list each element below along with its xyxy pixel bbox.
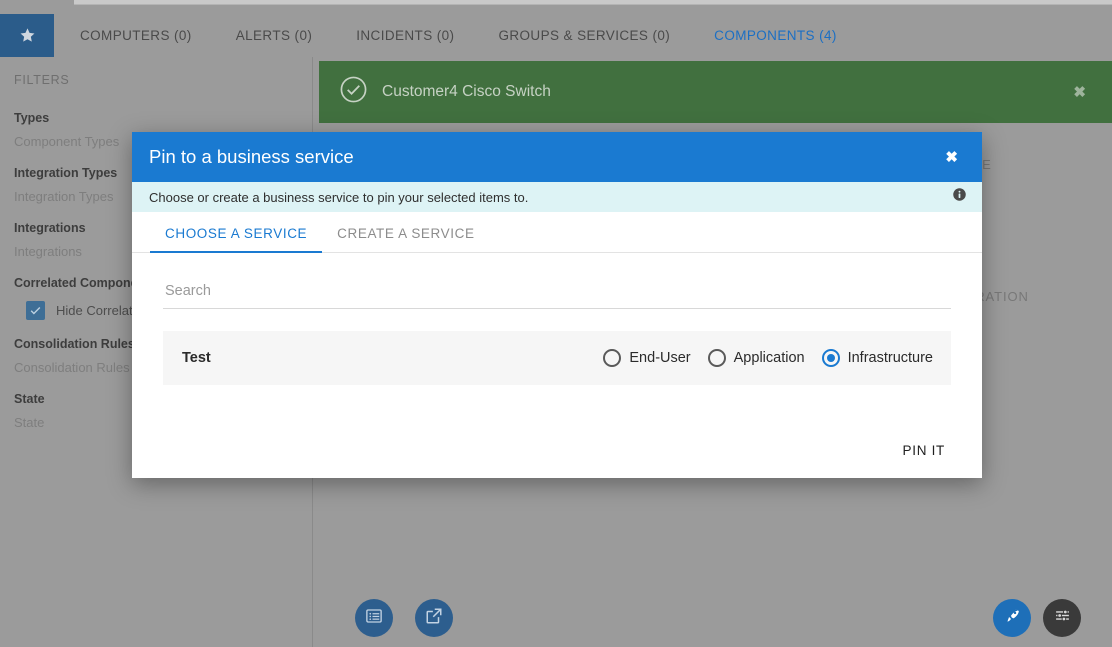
dialog-tab-create-a-service-label: CREATE A SERVICE xyxy=(337,226,474,241)
check-circle-icon xyxy=(339,75,368,109)
tab-incidents[interactable]: INCIDENTS (0) xyxy=(334,14,476,57)
radio-infrastructure-label: Infrastructure xyxy=(848,350,933,366)
open-external-fab[interactable] xyxy=(415,599,453,637)
pin-it-button[interactable]: PIN IT xyxy=(897,435,951,466)
settings-fab[interactable] xyxy=(1043,599,1081,637)
success-banner: Customer4 Cisco Switch ✖ xyxy=(319,61,1112,123)
tab-components[interactable]: COMPONENTS (4) xyxy=(692,14,859,57)
service-name: Test xyxy=(182,350,603,366)
radio-option-end-user[interactable]: End-User xyxy=(603,349,690,367)
tab-alerts[interactable]: ALERTS (0) xyxy=(214,14,335,57)
list-icon xyxy=(365,607,383,630)
banner-message: Customer4 Cisco Switch xyxy=(382,83,1065,101)
external-link-icon xyxy=(425,607,443,630)
dialog-title: Pin to a business service xyxy=(149,146,939,168)
hide-correlated-checkbox[interactable] xyxy=(26,301,45,320)
dialog-subtitle: Choose or create a business service to p… xyxy=(149,190,952,205)
radio-option-application[interactable]: Application xyxy=(708,349,805,367)
main-tabbar: COMPUTERS (0) ALERTS (0) INCIDENTS (0) G… xyxy=(0,14,1112,57)
dialog-header: Pin to a business service ✖ xyxy=(132,132,982,182)
tab-computers-label: COMPUTERS (0) xyxy=(80,28,192,43)
radio-end-user-label: End-User xyxy=(629,350,690,366)
dialog-close-icon[interactable]: ✖ xyxy=(939,144,964,170)
banner-close-icon[interactable]: ✖ xyxy=(1065,79,1094,105)
radio-infrastructure-dot xyxy=(822,349,840,367)
application-window: COMPUTERS (0) ALERTS (0) INCIDENTS (0) G… xyxy=(0,0,1112,647)
service-type-radio-group: End-User Application Infrastructure xyxy=(603,349,933,367)
tab-alerts-label: ALERTS (0) xyxy=(236,28,313,43)
dialog-subtitle-bar: Choose or create a business service to p… xyxy=(132,182,982,212)
filter-label-types: Types xyxy=(14,111,298,125)
pin-to-business-service-dialog: Pin to a business service ✖ Choose or cr… xyxy=(132,132,982,478)
info-icon[interactable] xyxy=(952,187,967,207)
search-input[interactable] xyxy=(163,279,951,309)
launch-fab[interactable] xyxy=(993,599,1031,637)
radio-application-label: Application xyxy=(734,350,805,366)
sliders-icon xyxy=(1054,607,1071,629)
dialog-tab-create-a-service[interactable]: CREATE A SERVICE xyxy=(322,226,489,252)
dialog-body: Test End-User Application Infrastructure xyxy=(132,253,982,422)
dialog-tabs: CHOOSE A SERVICE CREATE A SERVICE xyxy=(132,212,982,253)
page-top-strip xyxy=(0,0,1112,14)
tab-components-label: COMPONENTS (4) xyxy=(714,28,837,43)
page-top-strip-inner xyxy=(74,0,1112,5)
dialog-tab-choose-a-service[interactable]: CHOOSE A SERVICE xyxy=(150,226,322,252)
filters-title: FILTERS xyxy=(14,73,298,87)
star-icon xyxy=(19,27,36,44)
tab-computers[interactable]: COMPUTERS (0) xyxy=(54,14,214,57)
service-list-item[interactable]: Test End-User Application Infrastructure xyxy=(163,331,951,385)
radio-application-dot xyxy=(708,349,726,367)
dialog-tab-choose-a-service-label: CHOOSE A SERVICE xyxy=(165,226,307,241)
dialog-footer: PIN IT xyxy=(132,422,982,478)
list-view-fab[interactable] xyxy=(355,599,393,637)
tab-incidents-label: INCIDENTS (0) xyxy=(356,28,454,43)
radio-end-user-dot xyxy=(603,349,621,367)
tab-groups-services-label: GROUPS & SERVICES (0) xyxy=(498,28,670,43)
favorites-tab[interactable] xyxy=(0,14,54,57)
rocket-icon xyxy=(1004,607,1021,629)
radio-option-infrastructure[interactable]: Infrastructure xyxy=(822,349,933,367)
tab-groups-services[interactable]: GROUPS & SERVICES (0) xyxy=(476,14,692,57)
